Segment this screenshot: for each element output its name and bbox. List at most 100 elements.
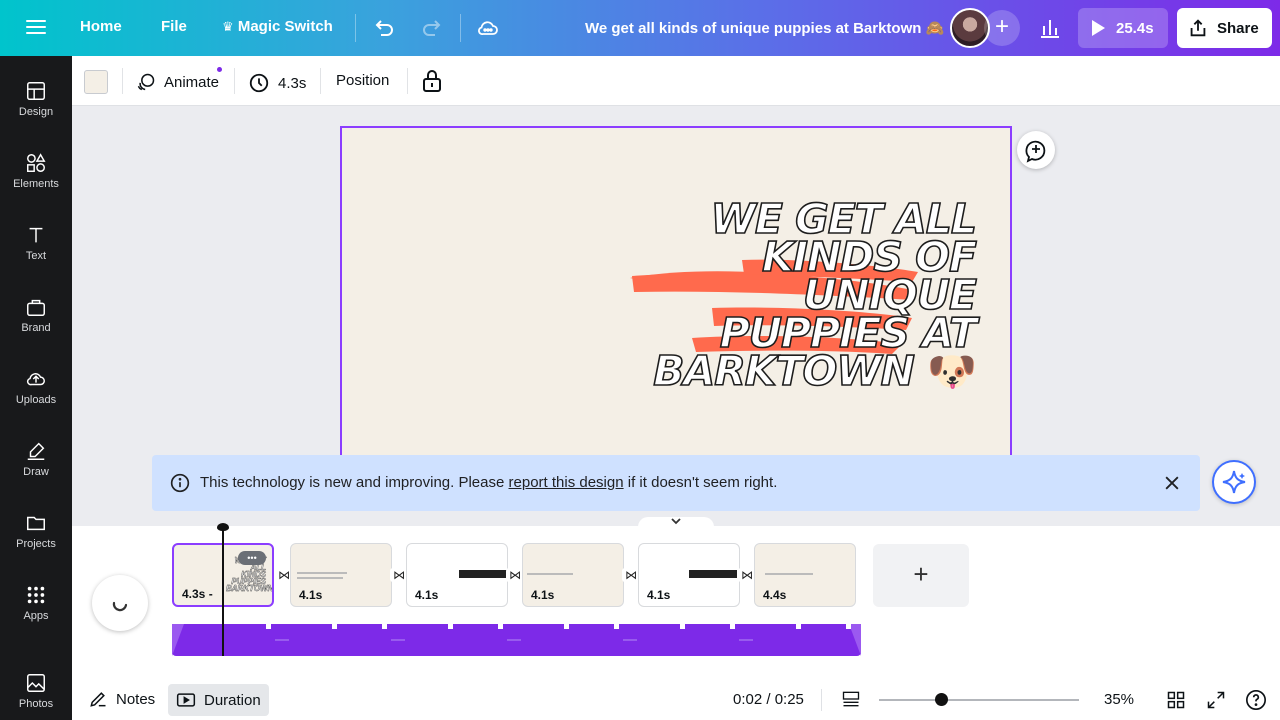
banner-message: This technology is new and improving. Pl… bbox=[200, 474, 777, 491]
cloud-save-icon[interactable] bbox=[476, 16, 500, 40]
projects-icon bbox=[27, 516, 45, 531]
add-scene-button[interactable]: + bbox=[873, 544, 969, 607]
share-button[interactable]: Share bbox=[1177, 8, 1272, 48]
document-title[interactable]: We get all kinds of unique puppies at Ba… bbox=[585, 19, 944, 37]
sidebar-item-apps[interactable]: Apps bbox=[0, 574, 72, 646]
plus-icon: + bbox=[994, 13, 1009, 40]
banner-text-before: This technology is new and improving. Pl… bbox=[200, 474, 505, 491]
notes-button[interactable]: Notes bbox=[88, 689, 155, 709]
sidebar-item-label: Design bbox=[18, 106, 54, 118]
close-icon[interactable] bbox=[1162, 473, 1182, 493]
notes-label: Notes bbox=[116, 690, 156, 708]
plus-icon: + bbox=[913, 559, 929, 589]
thumb-text-block bbox=[459, 570, 507, 578]
footer-bar: Notes Duration 0:02 / 0:25 35% bbox=[72, 680, 1280, 720]
sidebar-item-uploads[interactable]: Uploads bbox=[0, 358, 72, 430]
divider bbox=[460, 14, 461, 42]
scene-thumbnail[interactable]: 4.4s bbox=[754, 543, 856, 607]
zoom-slider-track[interactable] bbox=[879, 699, 1079, 701]
brand-icon bbox=[27, 299, 45, 316]
transition-icon: ⋈ bbox=[509, 568, 521, 582]
collapse-timeline-button[interactable] bbox=[638, 517, 714, 531]
timing-label: 4.3s bbox=[278, 74, 307, 92]
insights-button[interactable] bbox=[1030, 8, 1070, 48]
apps-icon bbox=[27, 586, 45, 604]
dog-emoji: 🐶 bbox=[927, 349, 977, 395]
animate-icon bbox=[137, 73, 155, 91]
banner-text-after: if it doesn't seem right. bbox=[627, 474, 778, 491]
zoom-slider-handle[interactable] bbox=[935, 693, 948, 706]
sidebar-item-photos[interactable]: Photos bbox=[0, 662, 72, 720]
background-color-swatch[interactable] bbox=[84, 70, 108, 94]
playhead-handle[interactable] bbox=[217, 523, 229, 531]
thumb-text-block bbox=[689, 570, 737, 578]
sidebar-item-text[interactable]: Text bbox=[0, 214, 72, 286]
add-collaborator-button[interactable]: + bbox=[984, 10, 1020, 46]
notes-icon bbox=[90, 692, 106, 707]
transition-icon: ⋈ bbox=[393, 568, 405, 582]
scene-thumbnail[interactable]: 4.1s bbox=[522, 543, 624, 607]
context-toolbar: Animate 4.3s Position bbox=[72, 56, 1280, 106]
spinner-icon bbox=[112, 601, 128, 612]
divider bbox=[407, 68, 408, 94]
hamburger-menu-icon[interactable] bbox=[24, 16, 48, 40]
scene-thumbnail[interactable]: 4.1s bbox=[406, 543, 508, 607]
present-play-button[interactable]: 25.4s bbox=[1078, 8, 1168, 48]
sidebar-item-design[interactable]: Design bbox=[0, 70, 72, 142]
info-banner: This technology is new and improving. Pl… bbox=[152, 455, 1200, 511]
sidebar-item-elements[interactable]: Elements bbox=[0, 142, 72, 214]
duration-label: Duration bbox=[204, 691, 261, 709]
sidebar-item-brand[interactable]: Brand bbox=[0, 286, 72, 358]
sidebar-item-label: Draw bbox=[23, 466, 49, 478]
photos-icon bbox=[27, 674, 45, 692]
scene-duration: 4.1s bbox=[299, 588, 323, 602]
new-indicator-dot bbox=[217, 67, 222, 72]
uploads-icon bbox=[26, 373, 45, 386]
position-label: Position bbox=[336, 72, 390, 89]
report-design-link[interactable]: report this design bbox=[509, 474, 624, 491]
text-icon bbox=[29, 227, 43, 243]
lock-icon[interactable] bbox=[421, 69, 443, 93]
chevron-down-icon bbox=[671, 518, 681, 525]
loading-spinner bbox=[92, 575, 148, 631]
undo-icon[interactable] bbox=[372, 16, 396, 40]
sidebar-item-label: Apps bbox=[23, 610, 49, 622]
scene-thumbnail[interactable]: 4.1s bbox=[290, 543, 392, 607]
timeline-view-icon[interactable] bbox=[841, 689, 861, 709]
audio-track[interactable] bbox=[172, 624, 861, 656]
grid-view-icon[interactable] bbox=[1166, 690, 1186, 710]
scene-duration: 4.3s - bbox=[182, 587, 213, 601]
share-upload-icon bbox=[1190, 19, 1206, 37]
divider bbox=[821, 689, 822, 711]
play-icon bbox=[1092, 20, 1105, 36]
sidebar-item-label: Elements bbox=[13, 178, 59, 190]
scene-thumbnail[interactable]: 4.1s bbox=[638, 543, 740, 607]
clock-icon bbox=[249, 73, 269, 93]
duration-button[interactable]: Duration bbox=[168, 684, 269, 716]
sidebar-item-label: Uploads bbox=[15, 394, 57, 406]
playhead[interactable] bbox=[222, 526, 224, 656]
transition-icon: ⋈ bbox=[625, 568, 637, 582]
timing-button[interactable]: 4.3s bbox=[248, 72, 306, 94]
divider bbox=[234, 68, 235, 94]
divider bbox=[122, 68, 123, 94]
add-comment-button[interactable] bbox=[1017, 131, 1055, 169]
position-button[interactable]: Position bbox=[336, 72, 389, 89]
design-icon bbox=[27, 82, 45, 100]
scene-more-button[interactable]: ••• bbox=[238, 551, 266, 565]
help-icon[interactable] bbox=[1245, 689, 1267, 711]
animate-button[interactable]: Animate bbox=[136, 72, 219, 92]
magic-switch-label: Magic Switch bbox=[237, 18, 333, 35]
redo-icon[interactable] bbox=[420, 16, 444, 40]
sidebar-item-label: Brand bbox=[21, 322, 51, 334]
fullscreen-icon[interactable] bbox=[1206, 690, 1226, 710]
design-page[interactable]: WE GET ALL KINDS OF UNIQUE PUPPIES AT BA… bbox=[340, 126, 1012, 506]
file-menu[interactable]: File bbox=[161, 18, 187, 35]
headline-text[interactable]: WE GET ALL KINDS OF UNIQUE PUPPIES AT BA… bbox=[616, 198, 977, 393]
home-link[interactable]: Home bbox=[80, 18, 122, 35]
zoom-percentage[interactable]: 35% bbox=[1104, 691, 1134, 708]
magic-assistant-button[interactable] bbox=[1212, 460, 1256, 504]
sidebar-item-projects[interactable]: Projects bbox=[0, 502, 72, 574]
sidebar-item-draw[interactable]: Draw bbox=[0, 430, 72, 502]
magic-switch-button[interactable]: ♛ Magic Switch bbox=[222, 18, 333, 35]
